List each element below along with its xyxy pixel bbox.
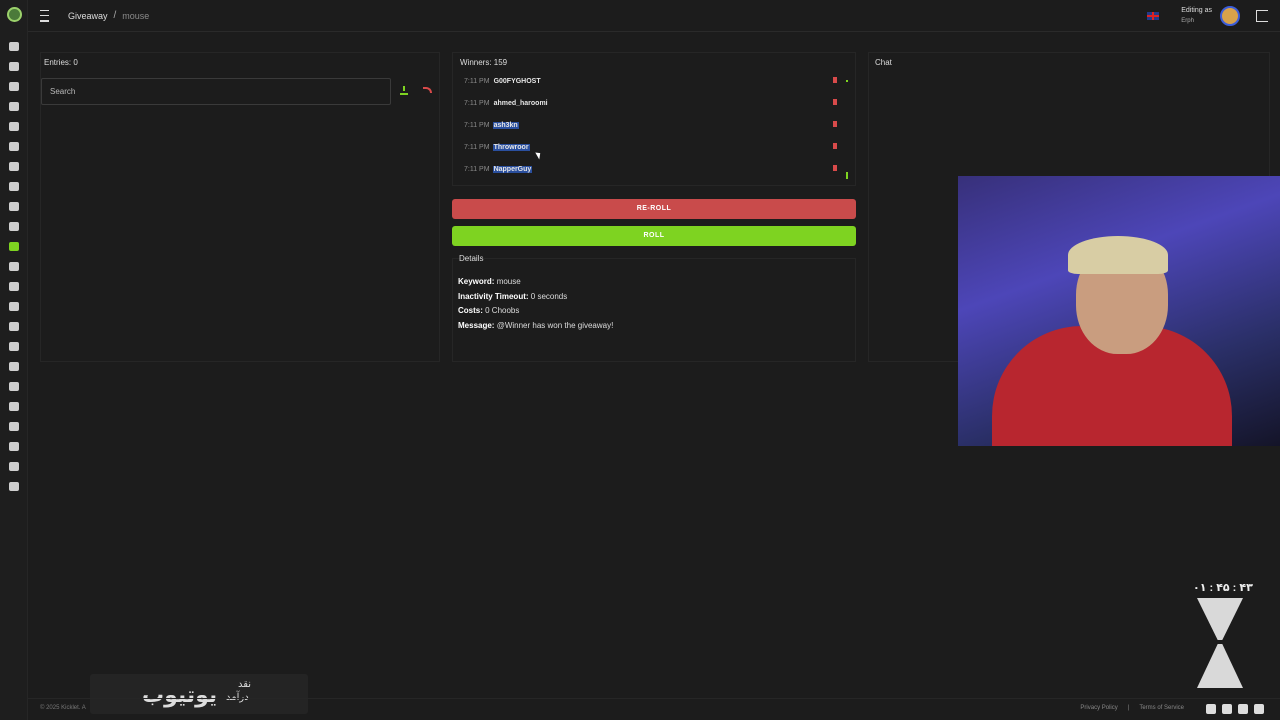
winner-time: 7:11 PM: [464, 121, 490, 129]
delete-icon[interactable]: [833, 77, 837, 83]
winner-name[interactable]: ash3kn: [492, 121, 519, 129]
winner-time: 7:11 PM: [464, 77, 490, 85]
search-input[interactable]: [42, 79, 390, 104]
overlay-timer: ۰۱ : ۴۵ : ۴۳: [1193, 582, 1253, 594]
message-label: Message:: [458, 320, 495, 330]
monitor-icon[interactable]: [0, 416, 28, 436]
details-title: Details: [459, 254, 484, 263]
winner-name[interactable]: NapperGuy: [492, 165, 533, 173]
reroll-button[interactable]: RE-ROLL: [452, 199, 856, 219]
smile-icon[interactable]: [0, 356, 28, 376]
sidebar-nav: [0, 36, 28, 496]
kick-icon[interactable]: [1222, 704, 1232, 714]
menu-toggle-icon[interactable]: [40, 9, 56, 22]
details-list: Keyword: mouse Inactivity Timeout: 0 sec…: [458, 275, 613, 333]
overlay-small-text-1: نقد: [238, 679, 252, 690]
inactivity-value: 0 seconds: [530, 291, 568, 301]
footer-links: Privacy Policy | Terms of Service: [1080, 705, 1184, 711]
editing-label: Editing as: [1181, 7, 1212, 14]
document-icon[interactable]: [1254, 704, 1264, 714]
message-value: @Winner has won the giveaway!: [496, 320, 614, 330]
streamer-cap: [1068, 236, 1168, 274]
costs-label: Costs:: [458, 306, 483, 316]
delete-icon[interactable]: [833, 121, 837, 127]
winner-row: 7:11 PM ahmed_haroomi: [460, 94, 845, 112]
x-icon[interactable]: [1238, 704, 1248, 714]
winner-row: 7:11 PM Throwroor: [460, 138, 845, 156]
wallet-icon[interactable]: [0, 476, 28, 496]
message-icon[interactable]: [0, 396, 28, 416]
detail-inactivity: Inactivity Timeout: 0 seconds: [458, 290, 613, 305]
chat-title: Chat: [875, 58, 892, 67]
link-icon[interactable]: [0, 276, 28, 296]
editing-as: Editing as Erph: [1181, 6, 1212, 26]
winner-name[interactable]: Throwroor: [492, 143, 530, 151]
delete-icon[interactable]: [833, 143, 837, 149]
hourglass-icon: [1197, 598, 1243, 688]
winner-row: 7:11 PM ash3kn: [460, 116, 845, 134]
scrollbar-top[interactable]: [846, 80, 848, 82]
language-flag-icon[interactable]: [1147, 12, 1160, 20]
winner-time: 7:11 PM: [464, 143, 490, 151]
cart-icon[interactable]: [0, 256, 28, 276]
social-icons: [1206, 704, 1264, 714]
document-icon[interactable]: [0, 56, 28, 76]
logout-icon[interactable]: [1256, 10, 1268, 22]
package-icon[interactable]: [0, 336, 28, 356]
music-icon[interactable]: [0, 196, 28, 216]
warning-icon[interactable]: [0, 176, 28, 196]
star-icon[interactable]: [0, 216, 28, 236]
delete-icon[interactable]: [833, 165, 837, 171]
stats-icon[interactable]: [0, 296, 28, 316]
breadcrumb-separator: /: [113, 10, 117, 21]
entries-title: Entries: 0: [44, 58, 78, 67]
roll-button[interactable]: ROLL: [452, 226, 856, 246]
webcam-overlay: [958, 176, 1280, 446]
search-icon[interactable]: [0, 436, 28, 456]
chat-icon[interactable]: [0, 116, 28, 136]
winner-name[interactable]: G00FYGHOST: [493, 78, 542, 85]
hammer-icon[interactable]: [0, 96, 28, 116]
copyright: © 2025 Kicklet. A: [40, 705, 86, 711]
sidebar: [0, 0, 28, 720]
keyword-label: Keyword:: [458, 277, 495, 286]
gamepad-icon[interactable]: [0, 456, 28, 476]
detail-message: Message: @Winner has won the giveaway!: [458, 319, 613, 334]
winner-name[interactable]: ahmed_haroomi: [493, 100, 549, 107]
avatar[interactable]: [1220, 6, 1240, 26]
privacy-link[interactable]: Privacy Policy: [1080, 705, 1117, 711]
clapper-icon[interactable]: [0, 376, 28, 396]
search-field[interactable]: [41, 78, 391, 105]
app-logo-icon[interactable]: [7, 7, 22, 22]
breadcrumb-current: mouse: [122, 10, 150, 21]
delete-icon[interactable]: [833, 99, 837, 105]
winner-row: 7:11 PM G00FYGHOST: [460, 72, 845, 90]
pencil-icon[interactable]: [0, 76, 28, 96]
shield-icon[interactable]: [0, 156, 28, 176]
detail-costs: Costs: 0 Choobs: [458, 304, 613, 319]
top-bar: Giveaway / mouse Editing as Erph: [28, 0, 1280, 32]
detail-keyword: Keyword: mouse: [458, 275, 613, 290]
gift-icon[interactable]: [0, 236, 28, 256]
winner-time: 7:11 PM: [464, 165, 490, 173]
scrollbar-thumb[interactable]: [846, 172, 848, 179]
footer-separator: |: [1127, 705, 1130, 711]
costs-value: 0 Choobs: [485, 306, 520, 316]
download-icon[interactable]: [400, 86, 408, 95]
inactivity-label: Inactivity Timeout:: [458, 291, 529, 301]
winners-title: Winners: 159: [460, 58, 508, 67]
user-area: Editing as Erph: [1147, 6, 1268, 26]
discord-icon[interactable]: [1206, 704, 1216, 714]
keyword-value: mouse: [496, 277, 521, 286]
breadcrumb-root[interactable]: Giveaway: [68, 11, 108, 21]
footer: © 2025 Kicklet. A Privacy Policy | Terms…: [28, 698, 1280, 720]
winner-time: 7:11 PM: [464, 99, 490, 107]
video-icon[interactable]: [0, 316, 28, 336]
terms-link[interactable]: Terms of Service: [1139, 705, 1184, 711]
dashboard-icon[interactable]: [0, 36, 28, 56]
editing-user: Erph: [1181, 18, 1194, 24]
clock-icon[interactable]: [0, 136, 28, 156]
winner-row: 7:11 PM NapperGuy: [460, 160, 845, 178]
